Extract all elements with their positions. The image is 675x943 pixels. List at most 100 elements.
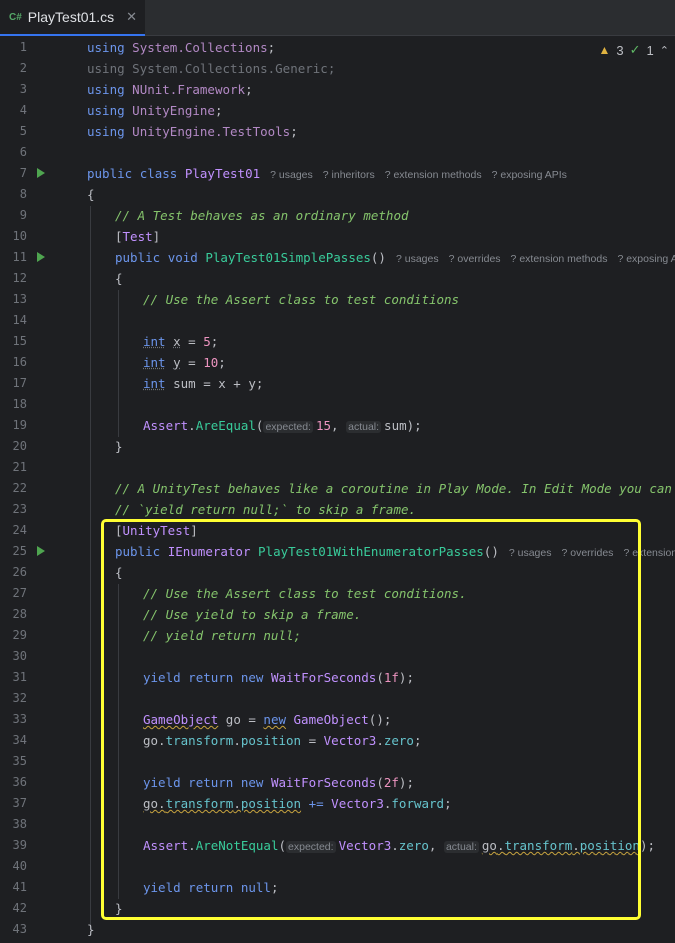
code-token: . xyxy=(233,796,241,811)
code-line[interactable]: 9 // A Test behaves as an ordinary metho… xyxy=(0,205,675,226)
code-line[interactable]: 33 GameObject go = new GameObject(); xyxy=(0,709,675,730)
code-token: , xyxy=(331,418,347,433)
code-line[interactable]: 19 Assert.AreEqual(expected: 15, actual: s… xyxy=(0,415,675,436)
code-line[interactable]: 20 } xyxy=(0,436,675,457)
inlay-hint[interactable]: ? usages xyxy=(396,253,439,265)
code-token: WaitForSeconds xyxy=(270,670,377,685)
code-token: using xyxy=(87,103,125,118)
code-token: sum = x + y; xyxy=(165,376,264,391)
code-line[interactable]: 35 xyxy=(0,751,675,772)
code-token: PlayTest01WithEnumeratorPasses xyxy=(258,544,484,559)
code-line[interactable]: 28 // Use yield to skip a frame. xyxy=(0,604,675,625)
code-token: GameObject xyxy=(143,712,219,727)
inlay-hint[interactable]: ? overrides xyxy=(449,253,501,265)
code-line[interactable]: 24 [UnityTest] xyxy=(0,520,675,541)
code-line[interactable]: 25 public IEnumerator PlayTest01WithEnum… xyxy=(0,541,675,562)
code-token: (); xyxy=(368,712,392,727)
code-line[interactable]: 7 public class PlayTest01? usages? inher… xyxy=(0,163,675,184)
code-line[interactable]: 27 // Use the Assert class to test condi… xyxy=(0,583,675,604)
code-token: ); xyxy=(639,838,656,853)
code-line[interactable]: 1 using System.Collections; xyxy=(0,37,675,58)
code-line[interactable]: 43 } xyxy=(0,919,675,940)
code-line[interactable]: 10 [Test] xyxy=(0,226,675,247)
inlay-hint[interactable]: ? extension methods xyxy=(385,169,482,181)
code-token: return xyxy=(188,670,234,685)
inlay-hint[interactable]: ? inheritors xyxy=(323,169,375,181)
csharp-file-icon: C# xyxy=(9,11,22,23)
code-line[interactable]: 22 // A UnityTest behaves like a corouti… xyxy=(0,478,675,499)
code-line[interactable]: 23 // `yield return null;` to skip a fra… xyxy=(0,499,675,520)
code-line[interactable]: 5 using UnityEngine.TestTools; xyxy=(0,121,675,142)
code-text: { xyxy=(87,187,95,202)
code-text: public IEnumerator PlayTest01WithEnumera… xyxy=(115,541,675,564)
inlay-hint[interactable]: ? exposing APIs xyxy=(492,169,567,181)
code-line[interactable]: 31 yield return new WaitForSeconds(1f); xyxy=(0,667,675,688)
code-text: // yield return null; xyxy=(143,628,302,643)
code-text: go.transform.position += Vector3.forward… xyxy=(143,793,452,814)
code-line[interactable]: 8 { xyxy=(0,184,675,205)
code-line[interactable]: 21 xyxy=(0,457,675,478)
inlay-hint[interactable]: ? usages xyxy=(509,547,552,559)
code-line[interactable]: 34 go.transform.position = Vector3.zero; xyxy=(0,730,675,751)
code-token: ; xyxy=(267,40,276,55)
run-test-icon[interactable] xyxy=(37,168,45,178)
code-line[interactable]: 36 yield return new WaitForSeconds(2f); xyxy=(0,772,675,793)
inlay-hint[interactable]: ? usages xyxy=(270,169,313,181)
tab-playtest01[interactable]: C# PlayTest01.cs ✕ xyxy=(0,0,145,36)
code-text: using UnityEngine.TestTools; xyxy=(87,121,298,142)
code-token: GameObject xyxy=(293,712,369,727)
code-line[interactable]: 29 // yield return null; xyxy=(0,625,675,646)
code-text: [UnityTest] xyxy=(115,520,198,541)
code-line[interactable]: 39 Assert.AreNotEqual(expected: Vector3.z… xyxy=(0,835,675,856)
run-test-icon[interactable] xyxy=(37,252,45,262)
code-token: Vector3 xyxy=(338,838,392,853)
inlay-hint[interactable]: ? exposing A xyxy=(617,253,675,265)
code-line[interactable]: 42 } xyxy=(0,898,675,919)
code-line[interactable]: 6 xyxy=(0,142,675,163)
code-text: { xyxy=(115,271,123,286)
close-icon[interactable]: ✕ xyxy=(126,9,137,25)
code-text: GameObject go = new GameObject(); xyxy=(143,709,391,730)
code-line[interactable]: 11 public void PlayTest01SimplePasses()?… xyxy=(0,247,675,268)
code-line[interactable]: 13 // Use the Assert class to test condi… xyxy=(0,289,675,310)
code-line[interactable]: 37 go.transform.position += Vector3.forw… xyxy=(0,793,675,814)
code-line[interactable]: 38 xyxy=(0,814,675,835)
code-line[interactable]: 3 using NUnit.Framework; xyxy=(0,79,675,100)
line-number: 28 xyxy=(12,607,27,621)
code-token: () xyxy=(483,544,499,559)
code-line[interactable]: 26 { xyxy=(0,562,675,583)
code-token: . xyxy=(188,418,196,433)
code-text: // Use the Assert class to test conditio… xyxy=(143,586,467,601)
code-line[interactable]: 41 yield return null; xyxy=(0,877,675,898)
code-token: return xyxy=(188,880,234,895)
inlay-hint[interactable]: ? extension methods xyxy=(511,253,608,265)
code-token: . xyxy=(233,733,241,748)
code-line[interactable]: 14 xyxy=(0,310,675,331)
line-number: 6 xyxy=(19,145,27,159)
code-line[interactable]: 15 int x = 5; xyxy=(0,331,675,352)
code-token: ( xyxy=(278,838,287,853)
code-line[interactable]: 16 int y = 10; xyxy=(0,352,675,373)
code-token: zero xyxy=(383,733,414,748)
code-line[interactable]: 32 xyxy=(0,688,675,709)
inlay-hint[interactable]: ? overrides xyxy=(561,547,613,559)
code-token: Test xyxy=(122,229,153,244)
code-line[interactable]: 40 xyxy=(0,856,675,877)
code-line[interactable]: 18 xyxy=(0,394,675,415)
code-token: ] xyxy=(152,229,161,244)
run-test-icon[interactable] xyxy=(37,546,45,556)
line-number: 43 xyxy=(12,922,27,936)
code-token: inheritors xyxy=(331,169,375,181)
code-token: public xyxy=(115,250,161,265)
code-token: PlayTest01 xyxy=(184,166,261,181)
inlay-hint[interactable]: ? extension m xyxy=(623,547,675,559)
code-token: exposing APIs xyxy=(500,169,567,181)
code-line[interactable]: 12 { xyxy=(0,268,675,289)
code-token: position xyxy=(240,733,302,748)
code-line[interactable]: 2 using System.Collections.Generic; xyxy=(0,58,675,79)
code-line[interactable]: 17 int sum = x + y; xyxy=(0,373,675,394)
code-text: using System.Collections.Generic; xyxy=(87,61,336,76)
code-line[interactable]: 4 using UnityEngine; xyxy=(0,100,675,121)
line-number: 37 xyxy=(12,796,27,810)
code-line[interactable]: 30 xyxy=(0,646,675,667)
